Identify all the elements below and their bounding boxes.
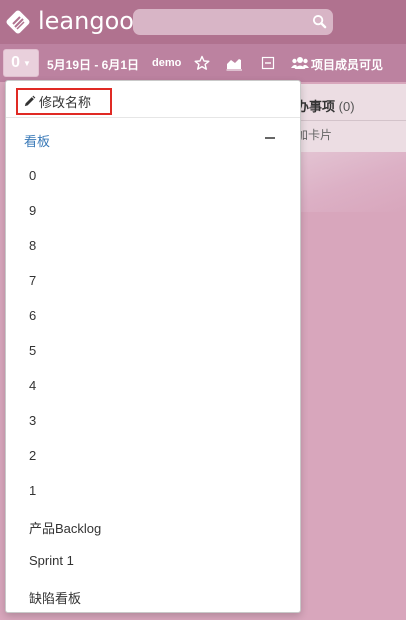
board-menu-item[interactable]: 3 bbox=[29, 413, 36, 428]
rename-board-label: 修改名称 bbox=[39, 95, 92, 110]
board-menu-item[interactable]: 2 bbox=[29, 448, 36, 463]
board-menu-item[interactable]: 6 bbox=[29, 308, 36, 323]
collapse-lists-icon[interactable] bbox=[260, 55, 276, 71]
visibility-label[interactable]: 项目成员可见 bbox=[311, 56, 383, 73]
board-menu-item[interactable]: 4 bbox=[29, 378, 36, 393]
pencil-icon bbox=[24, 95, 36, 107]
board-switch-menu: 修改名称 看板 0 9 8 7 6 5 4 3 2 1 产品Backlog Sp… bbox=[5, 80, 301, 613]
board-switch-dropdown[interactable]: 0 ▼ bbox=[3, 49, 39, 77]
board-menu-item[interactable]: 9 bbox=[29, 203, 36, 218]
burndown-chart-icon[interactable] bbox=[226, 55, 242, 71]
board-menu-item[interactable]: 缺陷看板 bbox=[29, 588, 81, 607]
top-header: leangoo bbox=[0, 0, 406, 44]
collapse-section-icon[interactable] bbox=[265, 137, 275, 139]
board-name[interactable]: demo bbox=[152, 57, 181, 69]
logo-text[interactable]: leangoo bbox=[38, 7, 134, 35]
leangoo-logo-icon[interactable] bbox=[5, 9, 31, 35]
caret-down-icon: ▼ bbox=[22, 58, 31, 68]
board-menu-item[interactable]: 1 bbox=[29, 483, 36, 498]
menu-divider bbox=[6, 117, 300, 118]
board-menu-item[interactable]: 5 bbox=[29, 343, 36, 358]
star-icon[interactable] bbox=[194, 55, 210, 71]
list-card-count: (0) bbox=[338, 99, 355, 114]
list-title-text: 办事项 bbox=[296, 99, 336, 114]
boards-section-title[interactable]: 看板 bbox=[24, 131, 50, 150]
rename-board-button[interactable]: 修改名称 bbox=[16, 88, 112, 115]
board-toolbar: 0 ▼ 5月19日 - 6月1日 demo 项目成员可见 bbox=[0, 44, 406, 82]
search-input[interactable] bbox=[133, 9, 333, 35]
board-menu-item[interactable]: 0 bbox=[29, 168, 36, 183]
board-menu-item[interactable]: 产品Backlog bbox=[29, 518, 101, 537]
board-menu-item[interactable]: 7 bbox=[29, 273, 36, 288]
board-number: 0 bbox=[11, 54, 20, 71]
search-icon[interactable] bbox=[312, 14, 327, 29]
board-menu-item[interactable]: Sprint 1 bbox=[29, 553, 74, 568]
sprint-date-range[interactable]: 5月19日 - 6月1日 bbox=[47, 56, 139, 73]
list-title: 办事项 (0) bbox=[296, 96, 355, 115]
add-card-link[interactable]: 加卡片 bbox=[296, 126, 332, 143]
users-icon[interactable] bbox=[291, 56, 309, 70]
board-menu-item[interactable]: 8 bbox=[29, 238, 36, 253]
